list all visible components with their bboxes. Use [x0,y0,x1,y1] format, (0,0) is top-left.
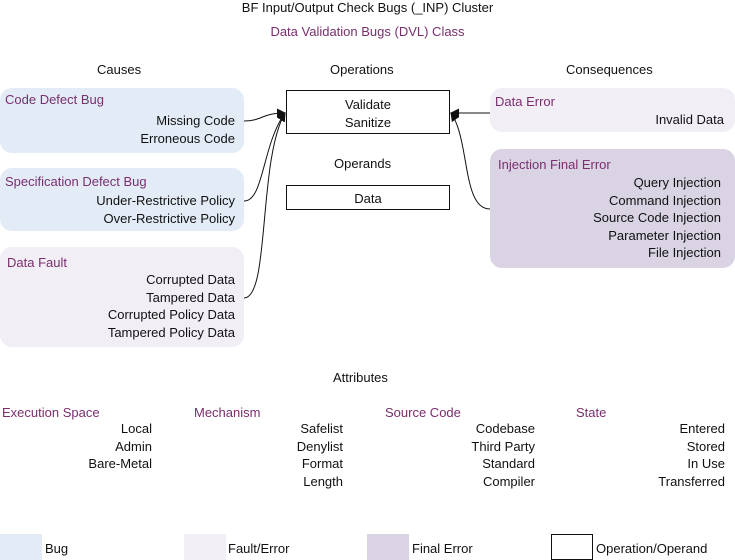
attribute-execution-space: Execution Space Local Admin Bare-Metal [2,405,152,473]
attribute-item: In Use [687,456,725,472]
legend-bug-swatch [0,534,42,560]
arrow-code-defect-to-operations [243,108,286,122]
attribute-title: Execution Space [2,405,100,420]
attribute-item: Local [120,421,152,436]
arrow-data-fault-to-operations [243,112,286,299]
legend-final-swatch [367,534,409,560]
attribute-item: Safelist [300,421,343,436]
attribute-item: Stored [686,438,725,454]
attribute-item: Codebase [475,421,535,436]
attribute-state: State Entered Stored In Use Transferred [576,405,725,491]
attribute-item: Format [301,456,343,472]
legend-final-label: Final Error [412,541,473,556]
attribute-item: Admin [115,438,152,454]
attribute-source-code: Source Code Codebase Third Party Standar… [385,405,535,491]
attribute-item: Bare-Metal [88,456,152,472]
attribute-item: Length [303,474,343,490]
attribute-title: Source Code [385,405,461,420]
attribute-item: Standard [482,456,535,472]
attribute-item: Third Party [471,438,535,454]
attribute-item: Compiler [482,474,535,490]
attribute-item: Entered [679,421,725,436]
legend-operation-swatch [551,534,593,560]
arrow-injection-to-operations [450,112,491,210]
attribute-title: State [576,405,607,420]
attribute-item: Transferred [658,474,725,490]
attribute-title: Mechanism [194,405,261,420]
legend-bug-label: Bug [45,541,69,556]
legend-fault-swatch [184,534,226,560]
legend-operation-label: Operation/Operand [596,541,708,556]
attribute-item: Denylist [296,438,343,454]
legend-fault-label: Fault/Error [228,541,290,556]
attribute-mechanism: Mechanism Safelist Denylist Format Lengt… [194,405,343,491]
